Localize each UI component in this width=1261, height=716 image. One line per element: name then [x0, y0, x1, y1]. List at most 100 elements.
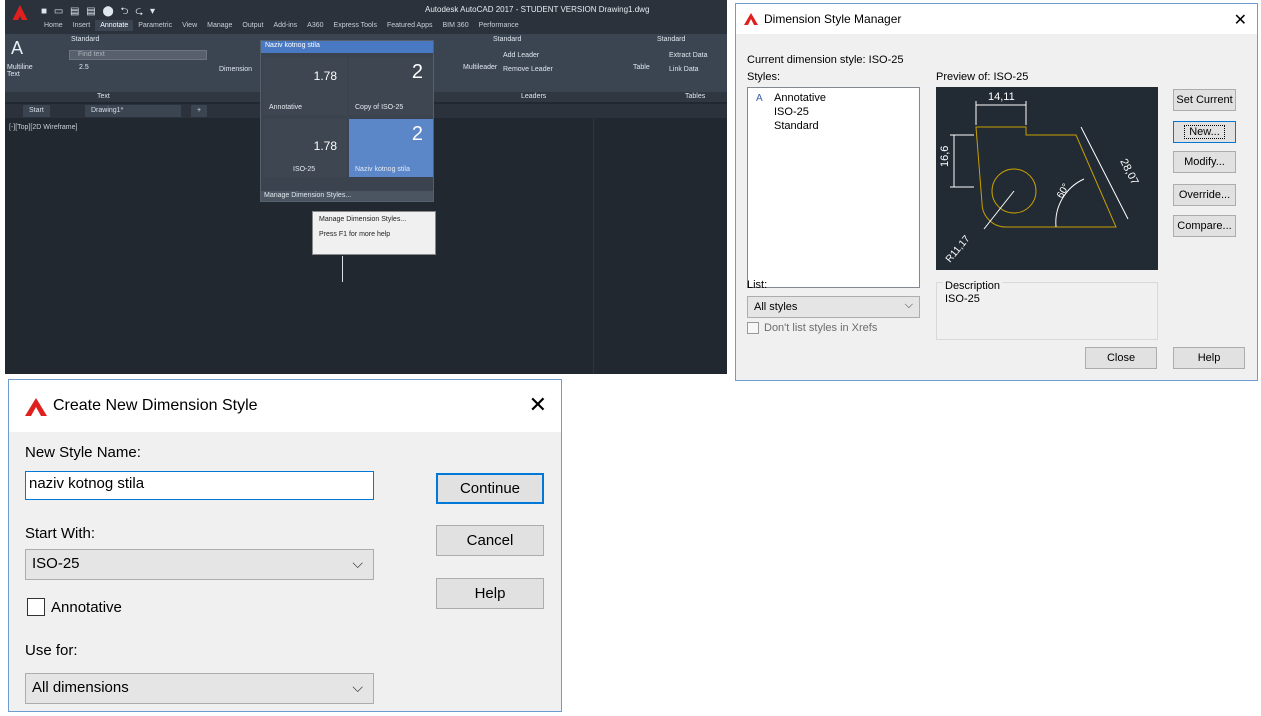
cancel-button[interactable]: Cancel — [436, 525, 544, 556]
tables-panel-label[interactable]: Tables — [685, 93, 705, 100]
chevron-down-icon: ⌵ — [352, 679, 363, 695]
cnds-title: Create New Dimension Style — [53, 397, 258, 414]
doc-tab-start[interactable]: Start — [23, 105, 50, 117]
link-data-button[interactable]: Link Data — [669, 66, 699, 73]
preview-dim-radius: R11,17 — [944, 233, 973, 265]
gallery-item-iso25[interactable]: 1.78 ISO-25 — [263, 119, 347, 177]
new-style-name-label: New Style Name: — [25, 444, 141, 461]
dimension-preview-drawing: 14,11 16,6 28,07 60° R11,17 — [939, 91, 1141, 265]
tab-annotate[interactable]: Annotate — [95, 20, 134, 31]
style-item-annotative[interactable]: Annotative — [774, 92, 826, 104]
chevron-down-icon: ⌵ — [904, 299, 913, 311]
annotative-label: Annotative — [51, 599, 122, 616]
dimension-preview: 14,11 16,6 28,07 60° R11,17 — [936, 87, 1158, 270]
preview-dim-aligned: 28,07 — [1117, 157, 1140, 187]
list-label: List: — [747, 279, 768, 291]
autocad-window: ■ ▭ ▤ ▤ ⬤ ⮌ ⮎ ▾ Autodesk AutoCAD 2017 - … — [5, 0, 727, 374]
tooltip-help-hint: Press F1 for more help — [319, 231, 391, 238]
cnds-titlebar: Create New Dimension Style ✕ — [9, 380, 561, 432]
create-new-dimension-style-dialog: Create New Dimension Style ✕ New Style N… — [8, 379, 562, 712]
extract-data-button[interactable]: Extract Data — [669, 52, 708, 59]
table-button[interactable]: Table — [633, 64, 650, 71]
preview-label: Preview of: ISO-25 — [936, 71, 1029, 83]
dont-list-xrefs-label: Don't list styles in Xrefs — [764, 322, 878, 334]
preview-dim-height: 16,6 — [939, 146, 951, 167]
quick-access-toolbar: ■ ▭ ▤ ▤ ⬤ ⮌ ⮎ ▾ Autodesk AutoCAD 2017 - … — [5, 0, 727, 30]
gallery-item-copy-of-iso25[interactable]: 2 Copy of ISO-25 — [349, 57, 433, 115]
preview-dim-angle: 60° — [1055, 182, 1072, 201]
window-title: Autodesk AutoCAD 2017 - STUDENT VERSION … — [425, 5, 650, 14]
help-button[interactable]: Help — [1173, 347, 1245, 369]
start-with-label: Start With: — [25, 525, 96, 542]
tab-view[interactable]: View — [177, 20, 202, 31]
dsm-titlebar: Dimension Style Manager ✕ — [736, 4, 1257, 34]
current-style-label: Current dimension style: ISO-25 — [747, 54, 904, 66]
annotative-checkbox[interactable] — [27, 598, 45, 616]
multileader-label[interactable]: Multileader — [463, 64, 497, 71]
viewport-controls[interactable]: [-][Top][2D Wireframe] — [9, 124, 77, 131]
tooltip-manage-styles[interactable]: Manage Dimension Styles... — [313, 212, 435, 227]
annotative-icon: A — [756, 93, 763, 104]
use-for-label: Use for: — [25, 642, 78, 659]
find-text-input[interactable]: Find text — [69, 50, 207, 60]
new-tab-plus-icon[interactable]: + — [191, 105, 208, 117]
dont-list-xrefs-checkbox[interactable] — [747, 322, 759, 334]
tab-featured-apps[interactable]: Featured Apps — [382, 20, 438, 31]
gallery-current-style[interactable]: Naziv kotnog stila — [261, 41, 433, 53]
dimension-label[interactable]: Dimension — [219, 66, 252, 73]
description-label: Description — [943, 280, 1003, 292]
override-button[interactable]: Override... — [1173, 184, 1236, 206]
tab-a360[interactable]: A360 — [302, 20, 328, 31]
text-panel-label[interactable]: Text — [97, 93, 110, 100]
autocad-logo-icon — [744, 13, 758, 25]
close-button[interactable]: Close — [1085, 347, 1157, 369]
tab-add-ins[interactable]: Add-ins — [268, 20, 302, 31]
add-leader-button[interactable]: Add Leader — [503, 52, 539, 59]
tab-insert[interactable]: Insert — [68, 20, 96, 31]
description-group: Description ISO-25 — [936, 280, 1158, 340]
close-icon[interactable]: ✕ — [1234, 10, 1247, 30]
dimension-style-manager-dialog: Dimension Style Manager ✕ Current dimens… — [735, 3, 1258, 381]
table-style-value[interactable]: Standard — [657, 36, 685, 43]
tooltip-menu: Manage Dimension Styles... Press F1 for … — [312, 211, 436, 255]
tab-output[interactable]: Output — [237, 20, 268, 31]
tab-express-tools[interactable]: Express Tools — [329, 20, 382, 31]
text-style-value[interactable]: Standard — [71, 36, 99, 43]
dimension-style-gallery: Naziv kotnog stila 1.78 Annotative 2 Cop… — [260, 40, 434, 202]
tab-bim360[interactable]: BIM 360 — [438, 20, 474, 31]
continue-button[interactable]: Continue — [436, 473, 544, 504]
styles-listbox[interactable]: A Annotative ISO-25 Standard — [747, 87, 920, 288]
ribbon-tabs: Home Insert Annotate Parametric View Manage Ou… — [5, 20, 727, 34]
list-filter-select[interactable]: All styles ⌵ — [747, 296, 920, 318]
autocad-logo-icon — [25, 398, 47, 416]
style-item-standard[interactable]: Standard — [774, 120, 819, 132]
doc-tab-drawing1[interactable]: Drawing1* — [85, 105, 181, 117]
start-with-select[interactable]: ISO-25 ⌵ — [25, 549, 374, 580]
multiline-text-icon[interactable]: A — [11, 38, 23, 59]
quick-access-icons[interactable]: ■ ▭ ▤ ▤ ⬤ ⮌ ⮎ ▾ — [41, 4, 157, 21]
tab-performance[interactable]: Performance — [474, 20, 524, 31]
remove-leader-button[interactable]: Remove Leader — [503, 66, 553, 73]
gallery-item-naziv-kotnog-stila[interactable]: 2 Naziv kotnog stila — [349, 119, 433, 177]
style-item-iso25[interactable]: ISO-25 — [774, 106, 809, 118]
tab-parametric[interactable]: Parametric — [133, 20, 177, 31]
multileader-style-value[interactable]: Standard — [493, 36, 521, 43]
help-button[interactable]: Help — [436, 578, 544, 609]
text-height-value[interactable]: 2.5 — [79, 64, 89, 71]
tab-home[interactable]: Home — [39, 20, 68, 31]
preview-dim-width: 14,11 — [988, 91, 1015, 103]
use-for-select[interactable]: All dimensions ⌵ — [25, 673, 374, 704]
styles-label: Styles: — [747, 71, 781, 83]
compare-button[interactable]: Compare... — [1173, 215, 1236, 237]
close-icon[interactable]: ✕ — [529, 392, 547, 418]
new-style-name-input[interactable]: naziv kotnog stila — [25, 471, 374, 500]
chevron-down-icon: ⌵ — [352, 555, 363, 571]
multiline-text-label[interactable]: Multiline Text — [7, 64, 37, 78]
new-style-button[interactable]: New... — [1173, 121, 1236, 143]
gallery-item-annotative[interactable]: 1.78 Annotative — [263, 57, 347, 115]
manage-dimension-styles-link[interactable]: Manage Dimension Styles... — [261, 191, 433, 201]
set-current-button[interactable]: Set Current — [1173, 89, 1236, 111]
tab-manage[interactable]: Manage — [202, 20, 237, 31]
modify-button[interactable]: Modify... — [1173, 151, 1236, 173]
leaders-panel-label[interactable]: Leaders — [521, 93, 546, 100]
